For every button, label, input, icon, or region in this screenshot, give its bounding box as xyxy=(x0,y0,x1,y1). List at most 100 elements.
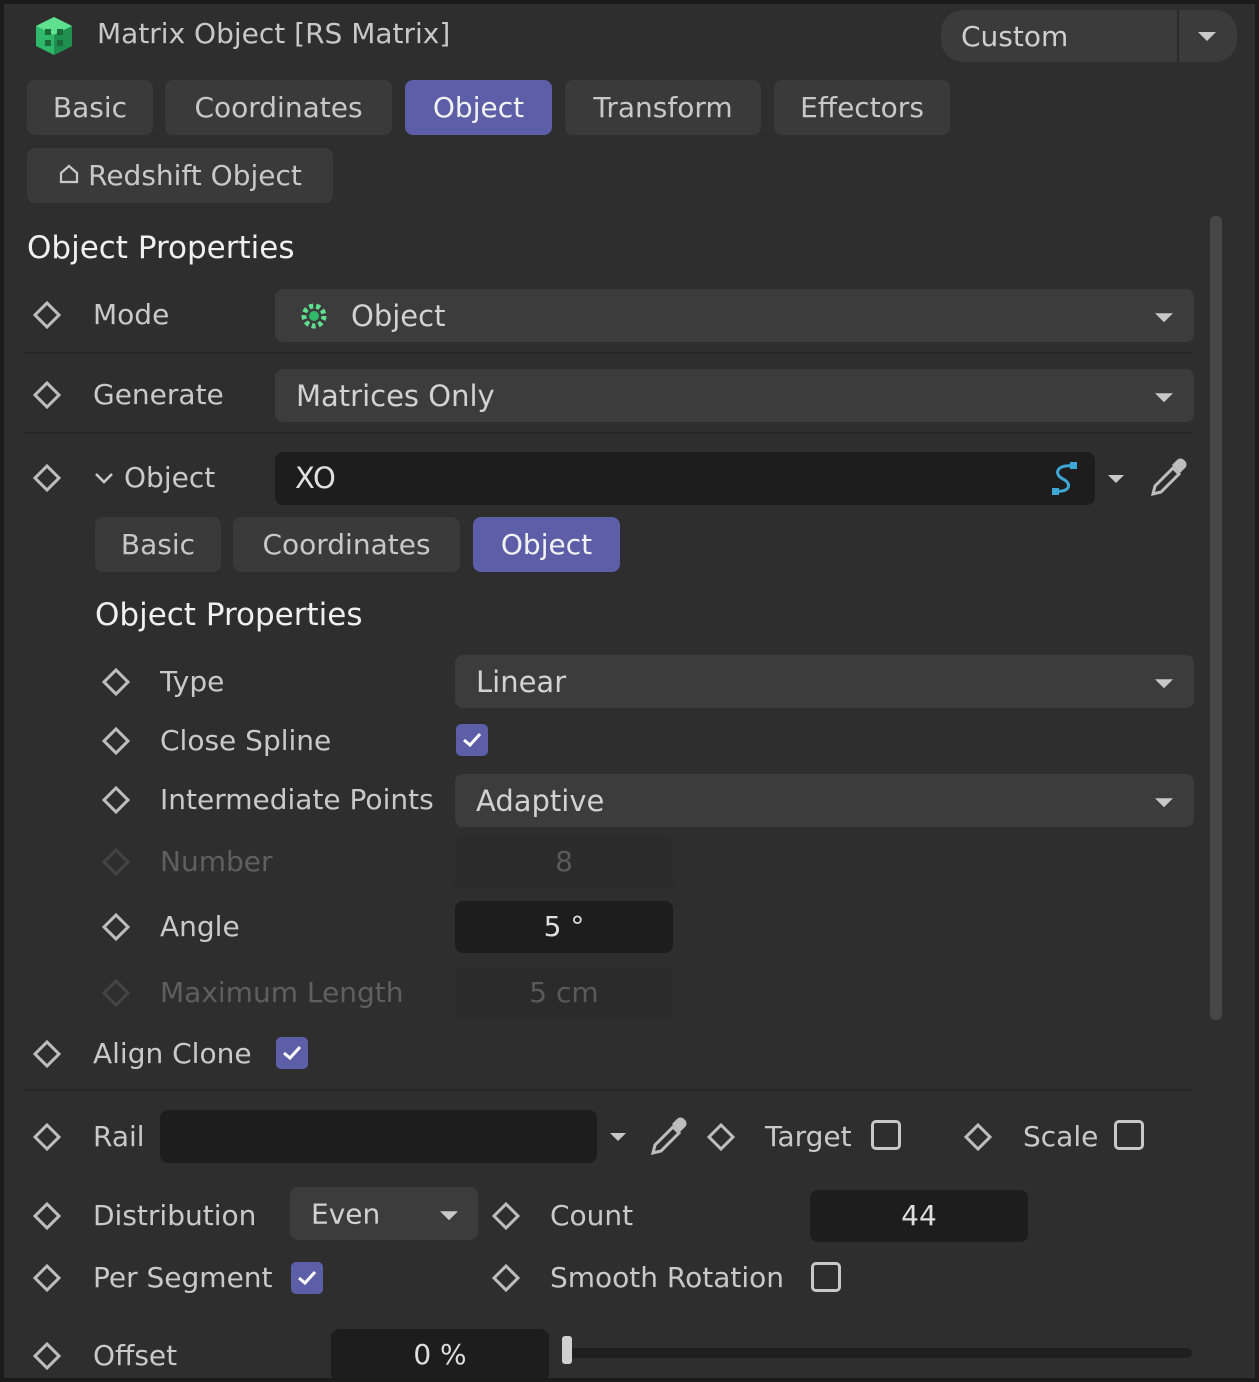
intermediate-points-label: Intermediate Points xyxy=(160,783,434,816)
per-segment-label: Per Segment xyxy=(93,1261,273,1294)
chevron-down-icon xyxy=(1155,312,1173,322)
distribution-dropdown[interactable]: Even xyxy=(290,1187,478,1240)
keyframe-diamond-icon xyxy=(101,978,131,1008)
divider xyxy=(23,352,1193,354)
distribution-value: Even xyxy=(311,1197,381,1230)
keyframe-diamond-icon[interactable] xyxy=(32,1122,62,1152)
object-link-field[interactable]: XO xyxy=(275,452,1095,505)
keyframe-diamond-icon[interactable] xyxy=(491,1263,521,1293)
chevron-down-icon xyxy=(1155,797,1173,807)
target-checkbox[interactable] xyxy=(871,1120,901,1150)
rail-label: Rail xyxy=(93,1120,145,1153)
keyframe-diamond-icon[interactable] xyxy=(101,726,131,756)
check-icon xyxy=(298,1270,317,1286)
count-field[interactable]: 44 xyxy=(810,1190,1028,1242)
generate-value: Matrices Only xyxy=(296,378,495,413)
smooth-rotation-checkbox[interactable] xyxy=(811,1262,841,1292)
rail-field[interactable] xyxy=(160,1110,597,1163)
layout-preset-dropdown[interactable]: Custom xyxy=(941,10,1237,62)
chevron-down-icon xyxy=(1155,392,1173,402)
tab-redshift-object[interactable]: Redshift Object xyxy=(27,148,333,203)
generate-label: Generate xyxy=(93,378,224,411)
spline-link-icon xyxy=(1047,460,1083,502)
keyframe-diamond-icon[interactable] xyxy=(32,380,62,410)
object-gear-icon xyxy=(299,301,329,335)
keyframe-diamond-icon[interactable] xyxy=(101,912,131,942)
scale-checkbox[interactable] xyxy=(1114,1120,1144,1150)
type-dropdown[interactable]: Linear xyxy=(455,655,1194,708)
object-link-label: Object xyxy=(124,461,216,494)
target-label: Target xyxy=(765,1120,852,1153)
tab-object-label: Object xyxy=(432,91,525,124)
chevron-down-icon xyxy=(440,1210,458,1220)
subtab-object-label: Object xyxy=(500,528,593,561)
keyframe-diamond-icon[interactable] xyxy=(32,1201,62,1231)
number-field: 8 xyxy=(455,836,673,888)
attribute-manager-panel: Matrix Object [RS Matrix] Custom Basic C… xyxy=(4,4,1255,1378)
tab-effectors[interactable]: Effectors xyxy=(774,80,950,135)
tab-basic[interactable]: Basic xyxy=(27,80,153,135)
distribution-label: Distribution xyxy=(93,1199,257,1232)
combo-divider xyxy=(1177,10,1179,62)
chevron-down-icon xyxy=(1155,678,1173,688)
keyframe-diamond-icon[interactable] xyxy=(101,667,131,697)
mode-value: Object xyxy=(351,298,446,333)
keyframe-diamond-icon[interactable] xyxy=(32,300,62,330)
scrollbar-thumb[interactable] xyxy=(1210,216,1222,1020)
keyframe-diamond-icon[interactable] xyxy=(706,1122,736,1152)
keyframe-diamond-icon[interactable] xyxy=(963,1122,993,1152)
keyframe-diamond-icon[interactable] xyxy=(32,1039,62,1069)
tab-coordinates[interactable]: Coordinates xyxy=(165,80,392,135)
chevron-down-icon xyxy=(1198,32,1216,41)
type-label: Type xyxy=(160,665,225,698)
align-clone-label: Align Clone xyxy=(93,1037,252,1070)
expand-chevron-icon[interactable] xyxy=(93,470,115,490)
number-label: Number xyxy=(160,845,273,878)
per-segment-checkbox[interactable] xyxy=(291,1262,323,1294)
check-icon xyxy=(283,1045,302,1061)
count-value: 44 xyxy=(901,1199,937,1232)
tab-basic-label: Basic xyxy=(52,91,128,124)
keyframe-diamond-icon[interactable] xyxy=(101,785,131,815)
layout-preset-value: Custom xyxy=(961,20,1069,53)
count-label: Count xyxy=(550,1199,634,1232)
offset-slider-track[interactable] xyxy=(564,1348,1192,1358)
keyframe-diamond-icon[interactable] xyxy=(491,1201,521,1231)
section-heading-object-properties: Object Properties xyxy=(27,230,295,266)
chevron-down-icon[interactable] xyxy=(1108,475,1124,483)
angle-value: 5 ° xyxy=(543,910,585,943)
subtab-basic-label: Basic xyxy=(120,528,196,561)
eyedropper-icon[interactable] xyxy=(1144,455,1190,505)
offset-slider-handle[interactable] xyxy=(562,1336,572,1364)
tab-redshift-object-label: Redshift Object xyxy=(88,159,302,192)
generate-dropdown[interactable]: Matrices Only xyxy=(275,369,1194,422)
subtab-basic[interactable]: Basic xyxy=(95,517,221,572)
angle-field[interactable]: 5 ° xyxy=(455,901,673,953)
angle-label: Angle xyxy=(160,910,240,943)
close-spline-checkbox[interactable] xyxy=(456,724,488,756)
tab-transform[interactable]: Transform xyxy=(565,80,761,135)
scale-label: Scale xyxy=(1023,1120,1099,1153)
subtab-object[interactable]: Object xyxy=(473,517,620,572)
maximum-length-field: 5 cm xyxy=(455,967,673,1019)
keyframe-diamond-icon[interactable] xyxy=(32,463,62,493)
keyframe-diamond-icon[interactable] xyxy=(32,1263,62,1293)
number-value: 8 xyxy=(555,845,573,878)
sub-section-heading: Object Properties xyxy=(95,597,363,633)
tab-coordinates-label: Coordinates xyxy=(194,91,363,124)
maximum-length-value: 5 cm xyxy=(529,976,599,1009)
tab-effectors-label: Effectors xyxy=(800,91,924,124)
keyframe-diamond-icon[interactable] xyxy=(32,1341,62,1371)
eyedropper-icon[interactable] xyxy=(644,1114,690,1164)
mode-dropdown[interactable]: Object xyxy=(275,289,1194,342)
offset-field[interactable]: 0 % xyxy=(331,1329,549,1378)
divider xyxy=(23,1089,1193,1091)
matrix-object-icon xyxy=(32,14,76,58)
intermediate-points-dropdown[interactable]: Adaptive xyxy=(455,774,1194,827)
align-clone-checkbox[interactable] xyxy=(276,1037,308,1069)
chevron-down-icon[interactable] xyxy=(610,1133,626,1141)
tab-object[interactable]: Object xyxy=(405,80,552,135)
smooth-rotation-label: Smooth Rotation xyxy=(550,1261,785,1294)
subtab-coordinates[interactable]: Coordinates xyxy=(233,517,460,572)
redshift-house-icon xyxy=(58,159,80,192)
